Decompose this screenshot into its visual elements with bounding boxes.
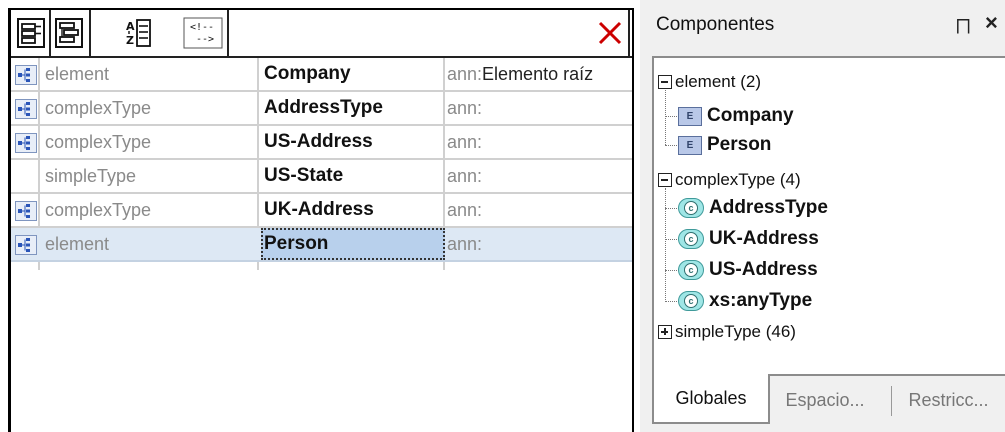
expand-component-icon[interactable]	[15, 133, 37, 153]
element-icon: E	[678, 135, 702, 155]
expand-component-icon[interactable]	[15, 235, 37, 255]
components-tab-bar: Globales Espacio... Restricc...	[652, 374, 1005, 432]
components-panel-title: Componentes	[656, 14, 775, 35]
schema-row-us-address[interactable]: complexType US-Address ann:	[11, 126, 632, 160]
schema-overview-panel: A Z <!-- --> element Company ann:Element…	[0, 0, 635, 432]
complex-type-icon: c	[678, 291, 704, 311]
expand-component-icon[interactable]	[15, 65, 37, 85]
tree-item-label: US-Address	[709, 259, 818, 280]
tree-connector	[665, 270, 677, 271]
delete-component-icon[interactable]	[593, 16, 627, 50]
tree-group-element[interactable]: element (2)	[658, 72, 761, 92]
schema-row-addresstype[interactable]: complexType AddressType ann:	[11, 92, 632, 126]
tree-item-label: UK-Address	[709, 228, 819, 249]
tab-restricc[interactable]: Restricc...	[892, 376, 1005, 424]
toolbar-separator	[89, 10, 91, 56]
annotation-prefix: ann:	[447, 132, 483, 152]
tree-connector	[665, 239, 677, 240]
pin-icon[interactable]: ⨅	[956, 16, 970, 37]
comment-open-glyph: <!--	[190, 22, 214, 33]
components-tree: element (2) E Company E Person complexTy…	[652, 56, 1005, 376]
collapse-icon[interactable]	[658, 75, 672, 89]
tree-connector	[665, 145, 677, 146]
component-kind: element	[45, 64, 110, 84]
tree-item-us-address[interactable]: c US-Address	[678, 259, 818, 281]
annotation-prefix: ann:	[447, 166, 483, 186]
component-name[interactable]: Person	[261, 228, 445, 260]
schema-row-uk-address[interactable]: complexType UK-Address ann:	[11, 194, 632, 228]
annotation-prefix: ann:	[447, 64, 483, 84]
annotation-cell[interactable]: ann:	[447, 92, 482, 124]
tree-group-label: complexType (4)	[675, 170, 801, 189]
tree-group-simpletype[interactable]: simpleType (46)	[658, 322, 796, 342]
tree-item-uk-address[interactable]: c UK-Address	[678, 228, 819, 250]
annotation-cell[interactable]: ann:	[447, 160, 482, 192]
tree-connector	[665, 90, 666, 145]
tree-item-addresstype[interactable]: c AddressType	[678, 197, 828, 219]
element-icon: E	[678, 106, 702, 126]
display-diagram-icon[interactable]	[53, 16, 85, 50]
schema-row-us-state[interactable]: simpleType US-State ann:	[11, 160, 632, 194]
tab-globales[interactable]: Globales	[652, 374, 770, 424]
tree-connector	[665, 208, 677, 209]
component-name[interactable]: Company	[261, 58, 445, 90]
expand-icon[interactable]	[658, 325, 672, 339]
display-all-globals-icon[interactable]	[15, 16, 47, 50]
expand-component-icon[interactable]	[15, 201, 37, 221]
tree-connector	[665, 301, 677, 302]
schema-overview-toolbar: A Z <!-- -->	[11, 10, 632, 58]
annotation-cell[interactable]: ann:Elemento raíz	[447, 58, 593, 90]
tree-group-label: simpleType (46)	[675, 322, 796, 341]
toolbar-separator	[227, 10, 229, 56]
annotation-prefix: ann:	[447, 234, 483, 254]
tree-item-xs-anytype[interactable]: c xs:anyType	[678, 290, 812, 312]
component-name[interactable]: US-Address	[261, 126, 445, 158]
tree-connector	[665, 116, 677, 117]
comment-close-glyph: -->	[196, 34, 214, 45]
complex-type-icon: c	[678, 198, 704, 218]
component-kind: complexType	[45, 98, 152, 118]
component-kind: simpleType	[45, 166, 137, 186]
sort-components-icon[interactable]: A Z	[123, 16, 153, 50]
svg-text:A: A	[126, 20, 135, 33]
complex-type-icon: c	[678, 229, 704, 249]
component-name[interactable]: UK-Address	[261, 194, 445, 226]
tree-item-label: xs:anyType	[709, 290, 813, 311]
tab-espacio[interactable]: Espacio...	[770, 376, 880, 424]
schema-components-table: element Company ann:Elemento raíz complexTy…	[11, 58, 632, 270]
annotation-cell[interactable]: ann:	[447, 126, 482, 158]
tree-item-person[interactable]: E Person	[678, 134, 771, 156]
svg-text:Z: Z	[126, 34, 134, 47]
tree-group-label: element (2)	[675, 72, 761, 91]
annotation-prefix: ann:	[447, 98, 483, 118]
schema-row-person[interactable]: element Person ann:	[11, 228, 632, 262]
component-icon-placeholder	[15, 167, 37, 187]
insert-comment-icon[interactable]: <!-- -->	[183, 16, 223, 50]
complex-type-icon: c	[678, 260, 704, 280]
component-name[interactable]: AddressType	[261, 92, 445, 124]
tree-item-label: Company	[707, 105, 794, 126]
component-kind: element	[45, 234, 110, 254]
annotation-cell[interactable]: ann:	[447, 194, 482, 226]
close-icon[interactable]: ×	[985, 10, 998, 36]
component-name[interactable]: US-State	[261, 160, 445, 192]
schema-row-company[interactable]: element Company ann:Elemento raíz	[11, 58, 632, 92]
component-kind: complexType	[45, 132, 152, 152]
toolbar-separator	[628, 10, 630, 56]
tree-connector	[665, 188, 666, 302]
collapse-icon[interactable]	[658, 173, 672, 187]
tree-group-complextype[interactable]: complexType (4)	[658, 170, 801, 190]
expand-component-icon[interactable]	[15, 99, 37, 119]
component-kind: complexType	[45, 200, 152, 220]
tree-item-company[interactable]: E Company	[678, 105, 794, 127]
tree-item-label: Person	[707, 134, 772, 155]
toolbar-separator	[49, 10, 51, 56]
tree-item-label: AddressType	[709, 197, 828, 218]
annotation-prefix: ann:	[447, 200, 483, 220]
annotation-text: Elemento raíz	[482, 64, 594, 84]
components-panel: Componentes ⨅ × element (2) E Company E …	[640, 0, 1005, 432]
annotation-cell[interactable]: ann:	[447, 228, 482, 260]
